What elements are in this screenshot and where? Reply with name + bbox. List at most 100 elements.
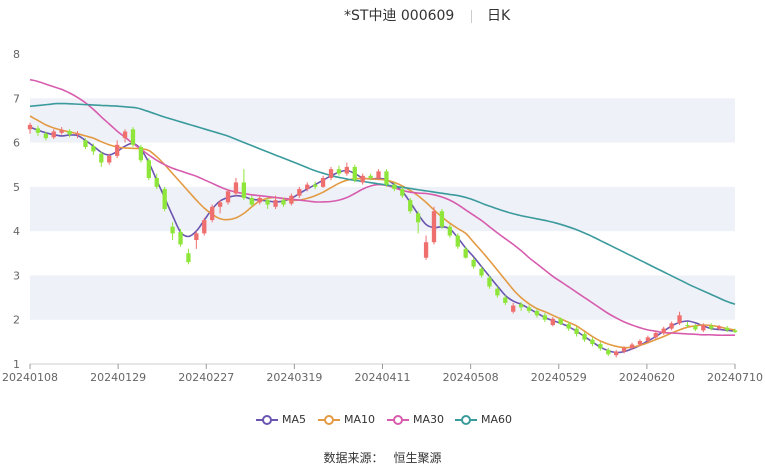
candle-body [701, 325, 706, 331]
candle [661, 326, 666, 335]
candle-body [606, 349, 611, 355]
candle-body [717, 326, 722, 329]
legend-item-ma60[interactable]: MA60 [455, 413, 512, 426]
y-tick-label: 7 [13, 92, 20, 105]
candle [360, 173, 365, 185]
x-tick-label: 20240108 [2, 371, 58, 384]
x-tick-label: 20240129 [90, 371, 146, 384]
candle [384, 169, 389, 187]
candle-body [99, 153, 104, 163]
candles [27, 122, 738, 358]
legend-label: MA60 [481, 413, 513, 426]
legend-item-ma5[interactable]: MA5 [256, 413, 306, 426]
x-tick-label: 20240710 [707, 371, 763, 384]
y-tick-label: 2 [13, 314, 20, 327]
candle-body [439, 211, 445, 227]
candle-body [51, 131, 56, 138]
y-tick-label: 5 [13, 181, 20, 194]
candle [598, 341, 603, 351]
candle-body [91, 146, 96, 152]
candle-body [186, 253, 191, 263]
candle [352, 164, 357, 183]
x-axis: 20240108 20240129 20240227 20240319 20240411… [2, 364, 763, 384]
candle-body [637, 340, 643, 345]
candle-body [621, 348, 627, 352]
candle-body [59, 130, 64, 133]
legend-line-icon [455, 414, 477, 425]
grid-band [30, 186, 735, 232]
candle-body [217, 202, 223, 207]
candle-body [629, 344, 635, 349]
candle-body [360, 175, 365, 183]
candle [202, 217, 207, 236]
candle-body [423, 242, 429, 258]
candlestick-chart[interactable]: 1 2 3 4 5 6 7 8 20240108 20240129 20240227 2024031… [0, 0, 765, 465]
candle-body [495, 288, 500, 296]
candle-body [170, 226, 175, 234]
candle-body [27, 124, 33, 130]
candle [320, 175, 326, 188]
candle-body [281, 200, 286, 205]
legend-label: MA10 [344, 413, 376, 426]
candle-body [328, 169, 334, 178]
candle-body [265, 200, 270, 205]
candle-body [590, 339, 595, 345]
candle-body [566, 324, 571, 329]
x-tick-label: 20240411 [355, 371, 411, 384]
legend-line-icon [318, 414, 340, 425]
candle-body [574, 328, 579, 334]
candle [186, 248, 191, 265]
candle-body [305, 184, 310, 190]
candle [463, 246, 468, 259]
candle-body [724, 327, 730, 331]
x-tick-label: 20240508 [443, 371, 499, 384]
candle-body [233, 182, 239, 194]
candle [336, 165, 342, 176]
candle [590, 337, 595, 347]
candle-body [241, 182, 247, 198]
candle [408, 197, 413, 214]
candle-body [154, 178, 159, 187]
candle-body [455, 235, 460, 247]
candle [669, 321, 674, 331]
y-tick-label: 4 [13, 225, 20, 238]
candle-body [273, 200, 278, 207]
candle [114, 140, 120, 159]
y-tick-label: 1 [13, 358, 20, 371]
legend-item-ma30[interactable]: MA30 [387, 413, 444, 426]
y-tick-label: 6 [13, 137, 20, 150]
y-tick-label: 8 [13, 48, 20, 61]
candle-body [107, 155, 112, 163]
candle [233, 178, 239, 196]
candle-body [384, 171, 389, 185]
candle-body [138, 147, 144, 161]
candle [225, 189, 231, 205]
candle-body [503, 297, 508, 303]
candle [162, 186, 167, 212]
candle-body [225, 191, 231, 203]
candle [574, 326, 579, 337]
grid-band [30, 98, 735, 143]
candle-body [43, 133, 48, 139]
source-label: 数据来源： [323, 451, 384, 465]
candle-body [114, 144, 120, 156]
candle-body [83, 140, 88, 147]
candle [146, 158, 151, 181]
candle-body [368, 175, 373, 178]
candle [423, 235, 429, 260]
legend-item-ma10[interactable]: MA10 [318, 413, 375, 426]
candle-body [463, 248, 468, 258]
candle-body [67, 131, 72, 135]
candle-body [598, 344, 603, 349]
candle-body [415, 213, 421, 223]
candle [455, 233, 460, 249]
candle-body [431, 211, 437, 243]
candle-body [614, 351, 619, 356]
candle-body [669, 323, 674, 329]
candle-body [526, 307, 532, 311]
candle-body [408, 200, 413, 212]
candle-body [122, 131, 128, 139]
data-source: 数据来源： 恒生聚源 [0, 449, 765, 466]
candle-body [471, 259, 476, 267]
x-tick-label: 20240227 [178, 371, 234, 384]
